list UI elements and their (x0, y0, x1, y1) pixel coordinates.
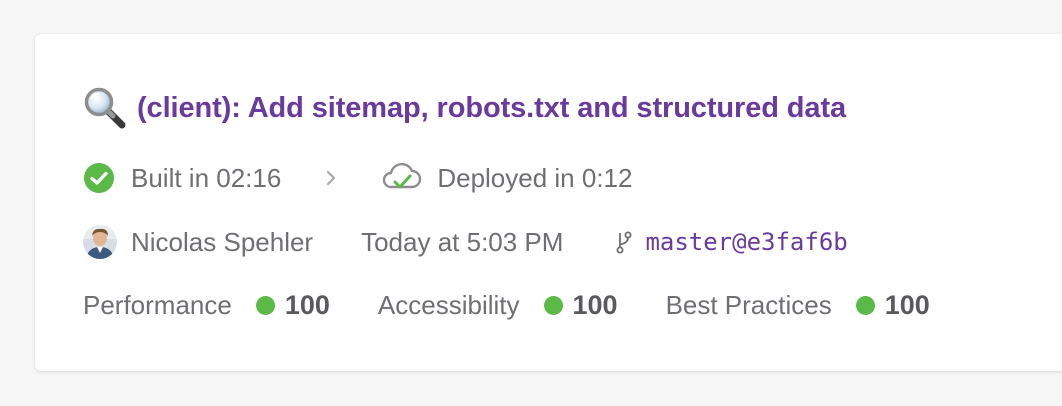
score-dot-icon (543, 296, 563, 315)
deploy-card: (client): Add sitemap, robots.txt and st… (35, 34, 1062, 371)
magnifying-glass-icon (83, 86, 127, 130)
deploy-title-link[interactable]: (client): Add sitemap, robots.txt and st… (137, 92, 846, 125)
score-dot-icon (255, 296, 275, 315)
score-dot-icon (855, 296, 875, 315)
metric-score: 100 (572, 290, 618, 320)
chevron-right-icon (325, 169, 337, 187)
deploy-time: Today at 5:03 PM (361, 226, 564, 257)
metric-label: Best Practices (665, 290, 832, 320)
commit-ref-link[interactable]: master@e3faf6b (645, 228, 847, 256)
metric-label: Performance (83, 290, 232, 320)
metric-accessibility: Accessibility 100 (378, 290, 618, 321)
cloud-check-icon (381, 162, 423, 194)
meta-row: Nicolas Spehler Today at 5:03 PM master@… (83, 225, 848, 259)
status-row: Built in 02:16 Deployed in 0:12 (83, 162, 632, 194)
deploy-status-text: Deployed in 0:12 (437, 162, 633, 193)
metric-score: 100 (884, 290, 930, 320)
deploy-title-row: (client): Add sitemap, robots.txt and st… (83, 86, 846, 130)
author-name: Nicolas Spehler (131, 226, 314, 257)
metric-label: Accessibility (377, 290, 520, 320)
check-circle-icon (83, 162, 115, 194)
metric-best-practices: Best Practices 100 (666, 290, 930, 321)
metric-performance: Performance 100 (83, 290, 330, 321)
metric-score: 100 (284, 290, 330, 320)
author-avatar (83, 225, 117, 259)
git-branch-icon (613, 229, 635, 255)
build-status-text: Built in 02:16 (131, 162, 282, 193)
lighthouse-metrics-row: Performance 100 Accessibility 100 Best P… (83, 290, 930, 321)
